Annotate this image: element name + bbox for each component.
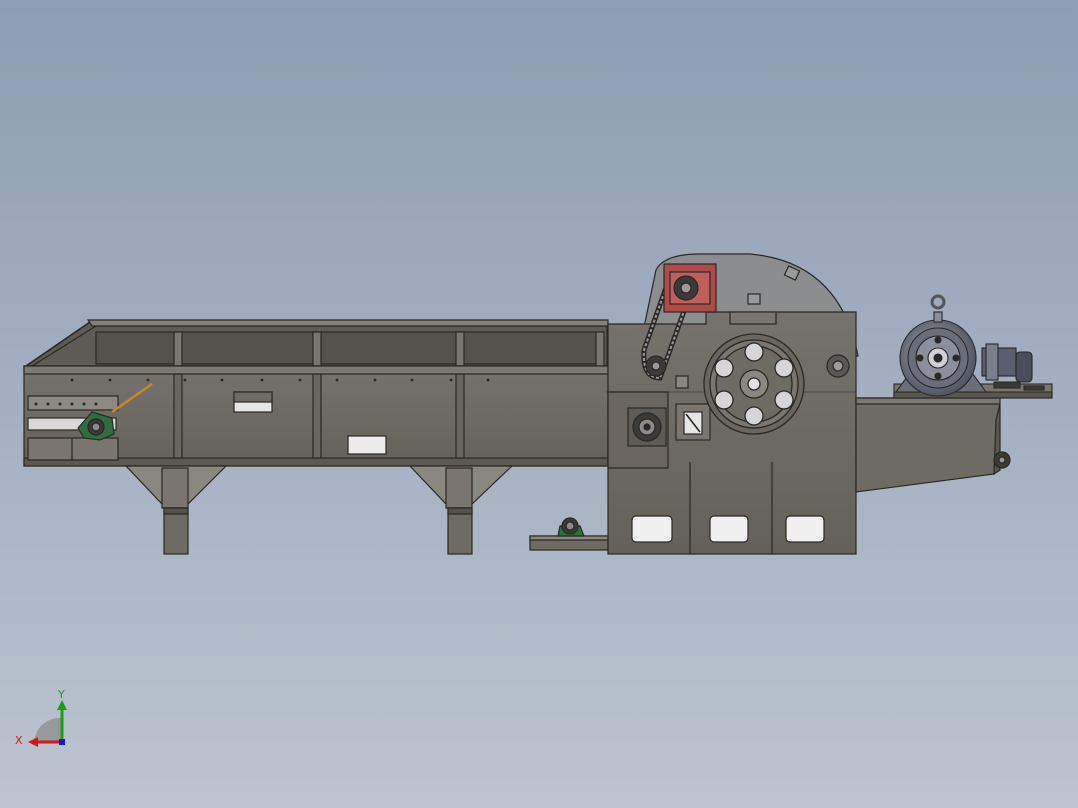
access-window-2 xyxy=(709,515,749,543)
lifting-eye xyxy=(930,294,946,310)
graphics-viewport[interactable]: Y X xyxy=(0,0,1078,808)
triad-shading xyxy=(34,717,62,742)
feed-roller-base[interactable] xyxy=(529,517,609,551)
discharge-chute[interactable] xyxy=(855,397,1011,493)
idler-sprocket xyxy=(826,354,850,378)
x-axis-label: X xyxy=(15,734,23,747)
y-axis-arrowhead xyxy=(57,700,67,710)
x-axis-arrowhead xyxy=(28,737,38,747)
lifting-eye-stem xyxy=(933,311,943,323)
feed-conveyor[interactable] xyxy=(23,319,609,467)
machine-model[interactable] xyxy=(0,0,1078,808)
conveyor-window-lower xyxy=(347,435,387,455)
access-window-1 xyxy=(631,515,673,543)
z-axis-marker xyxy=(59,739,65,745)
conveyor-top-rim xyxy=(86,319,609,327)
access-window-3 xyxy=(785,515,825,543)
y-axis-label: Y xyxy=(57,688,65,701)
conveyor-leg-left xyxy=(124,465,228,555)
orientation-triad[interactable]: Y X xyxy=(14,684,84,754)
electric-motor[interactable] xyxy=(893,294,1053,399)
conveyor-leg-right xyxy=(408,465,514,555)
conveyor-inner-panel xyxy=(95,331,603,365)
rotor-flywheel[interactable] xyxy=(703,333,805,435)
